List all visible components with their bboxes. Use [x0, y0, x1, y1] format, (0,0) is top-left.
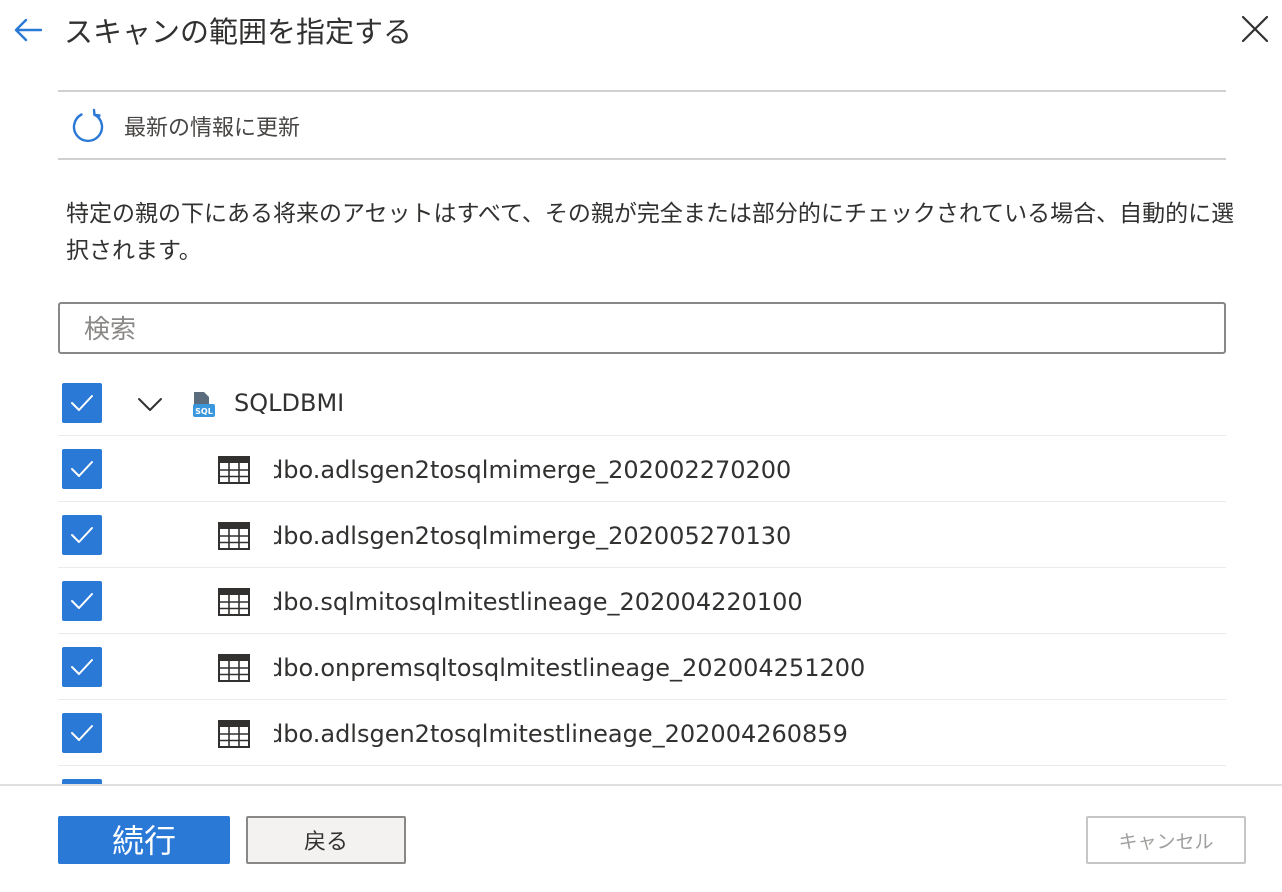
- item-checkbox[interactable]: [62, 515, 102, 555]
- back-button[interactable]: 戻る: [246, 816, 406, 864]
- tree-child-row: dbo.onpremsqltosqlmitestlineage_20200425…: [58, 634, 1226, 700]
- tree-child-row: dbo.adlsgen2tosqlmimerge_202005270130: [58, 502, 1226, 568]
- continue-button[interactable]: 続行: [58, 816, 230, 864]
- checkmark-icon: [71, 395, 93, 411]
- tree-child-row: dbo.adlsgen2tosqlmitestlineage_202004260…: [58, 700, 1226, 766]
- sql-database-icon: SQL: [193, 392, 215, 417]
- item-label-wrap: dbo.adlsgen2tosqlmimerge_202002270200: [274, 436, 1214, 501]
- back-arrow-button[interactable]: [12, 14, 44, 46]
- table-name[interactable]: dbo.onpremsqltosqlmitestlineage_20200425…: [274, 651, 865, 685]
- checkmark-icon: [71, 461, 93, 477]
- scan-scope-panel: スキャンの範囲を指定する 最新の情報に更新 特定の親の下にある将来のアセットはす…: [0, 0, 1282, 892]
- search-input[interactable]: [82, 307, 1206, 353]
- item-checkbox[interactable]: [62, 581, 102, 621]
- item-checkbox[interactable]: [62, 713, 102, 753]
- table-name[interactable]: dbo.adlsgen2tosqlmimerge_202002270200: [274, 453, 791, 487]
- table-name[interactable]: dbo.sqlmitosqlmitestlineage_202004220100: [274, 585, 803, 619]
- close-icon: [1241, 15, 1269, 43]
- search-box: [58, 302, 1226, 354]
- refresh-icon: [72, 108, 104, 143]
- tree-root-row: SQL SQLDBMI: [58, 370, 1226, 436]
- item-checkbox[interactable]: [62, 449, 102, 489]
- chevron-down-icon: [138, 398, 162, 411]
- tree-child-row-partial: [58, 766, 1226, 784]
- asset-tree: SQL SQLDBMI dbo.adlsgen2tosqlmimerge_202…: [58, 370, 1226, 784]
- expand-toggle[interactable]: [134, 388, 166, 420]
- table-icon: [218, 654, 250, 682]
- checkmark-icon: [71, 593, 93, 609]
- table-icon: [218, 456, 250, 484]
- item-label-wrap: dbo.adlsgen2tosqlmitestlineage_202004260…: [274, 700, 1214, 765]
- tree-child-row: dbo.adlsgen2tosqlmimerge_202002270200: [58, 436, 1226, 502]
- item-label-wrap: dbo.onpremsqltosqlmitestlineage_20200425…: [274, 634, 1214, 699]
- table-icon: [218, 522, 250, 550]
- refresh-label: 最新の情報に更新: [124, 116, 301, 141]
- close-button[interactable]: [1238, 12, 1272, 46]
- description-text: 特定の親の下にある将来のアセットはすべて、その親が完全または部分的にチェックされ…: [66, 201, 1235, 264]
- checkmark-icon: [71, 659, 93, 675]
- table-name[interactable]: dbo.adlsgen2tosqlmitestlineage_202004260…: [274, 717, 848, 751]
- panel-title: スキャンの範囲を指定する: [64, 15, 413, 49]
- item-label-wrap: dbo.sqlmitosqlmitestlineage_202004220100: [274, 568, 1214, 633]
- item-label-wrap: dbo.adlsgen2tosqlmimerge_202005270130: [274, 502, 1214, 567]
- item-checkbox[interactable]: [62, 647, 102, 687]
- root-checkbox[interactable]: [62, 383, 102, 423]
- arrow-left-icon: [14, 18, 43, 42]
- table-icon: [218, 720, 250, 748]
- checkmark-icon: [71, 725, 93, 741]
- tree-child-row: dbo.sqlmitosqlmitestlineage_202004220100: [58, 568, 1226, 634]
- svg-text:SQL: SQL: [195, 407, 213, 416]
- footer-divider: [0, 784, 1282, 786]
- root-label[interactable]: SQLDBMI: [234, 386, 344, 420]
- refresh-button[interactable]: 最新の情報に更新: [70, 108, 300, 144]
- table-icon: [218, 588, 250, 616]
- table-name[interactable]: dbo.adlsgen2tosqlmimerge_202005270130: [274, 519, 791, 553]
- command-bar: 最新の情報に更新: [58, 90, 1226, 160]
- checkmark-icon: [71, 527, 93, 543]
- cancel-button[interactable]: キャンセル: [1086, 816, 1246, 864]
